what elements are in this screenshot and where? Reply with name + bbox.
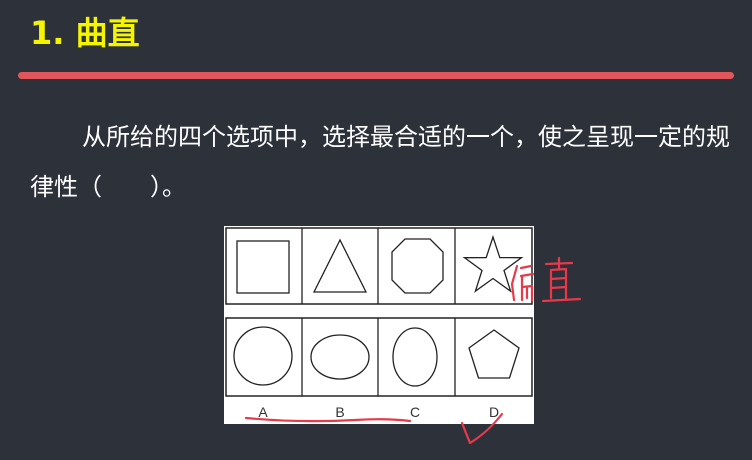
question-text: 从所给的四个选项中，选择最合适的一个，使之呈现一定的规律性（ ）。: [30, 123, 730, 201]
octagon-shape: [391, 238, 444, 294]
option-a-circle: [233, 326, 293, 386]
option-b-ellipse: [310, 334, 370, 380]
option-d-label: D: [489, 404, 499, 420]
handwritten-note-char-2: [541, 256, 582, 303]
option-row: [225, 317, 533, 397]
option-b-label: B: [335, 404, 344, 420]
option-d-pentagon: [468, 329, 520, 379]
title-divider: [18, 72, 734, 79]
option-labels: A B C D: [258, 404, 499, 420]
stem-row: [225, 227, 533, 305]
option-c-label: C: [410, 404, 420, 420]
triangle-shape: [312, 238, 368, 293]
option-a-label: A: [258, 404, 268, 420]
figure-svg: A B C D: [225, 227, 533, 420]
slide-title: 1. 曲直: [30, 14, 140, 52]
star-shape: [462, 234, 524, 293]
square-shape: [236, 240, 290, 294]
question-figure: A B C D: [224, 226, 534, 424]
option-c-ellipse: [392, 327, 438, 387]
